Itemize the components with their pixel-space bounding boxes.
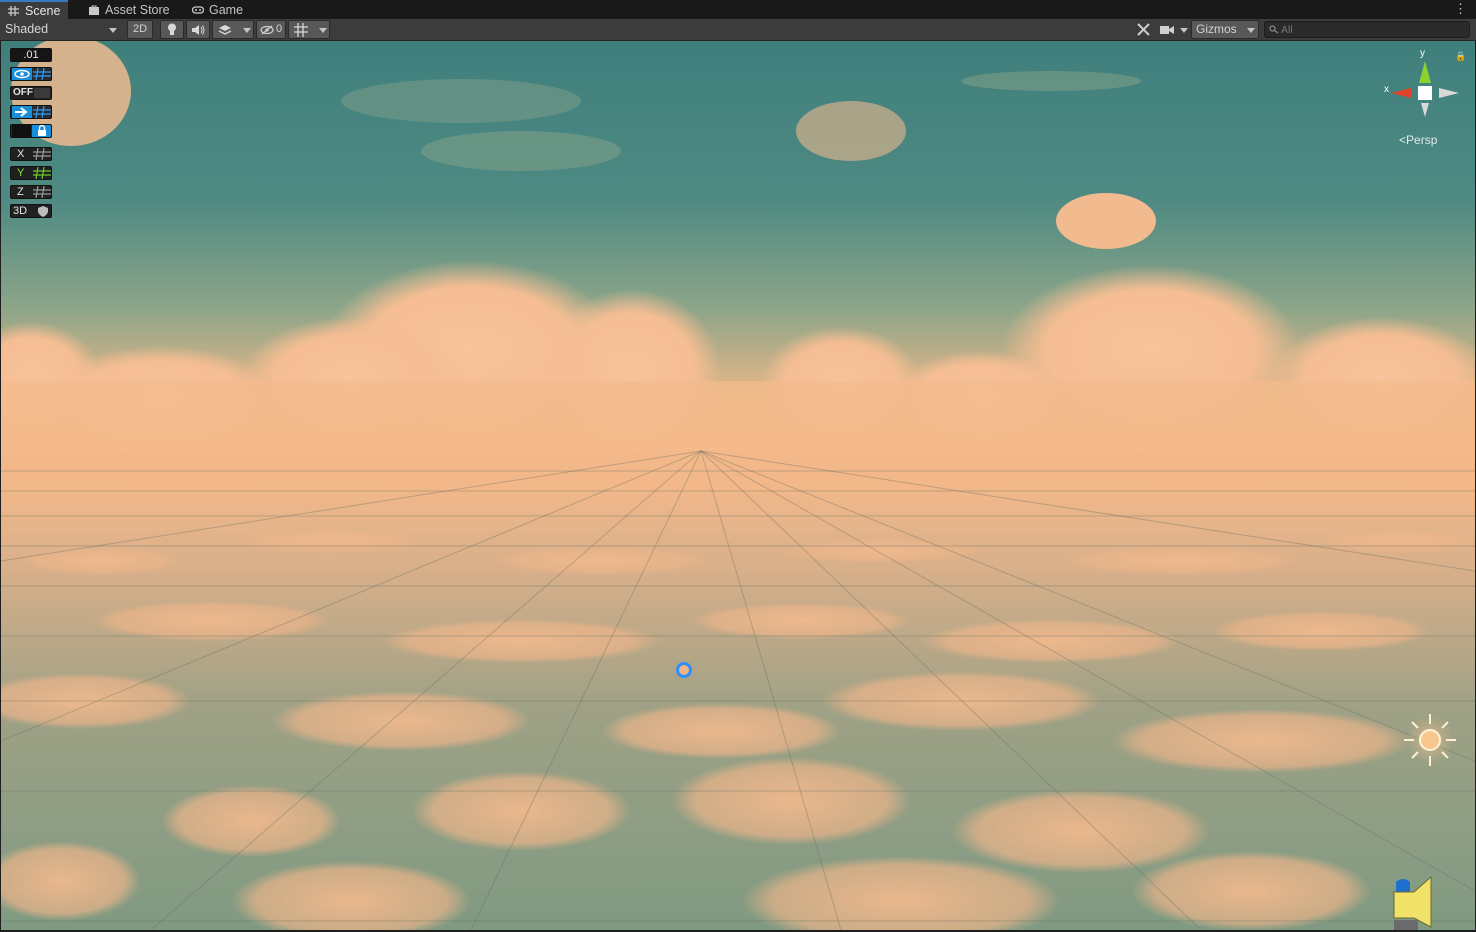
chevron-down-icon <box>319 28 327 33</box>
snap-toggle[interactable]: OFF <box>10 86 52 100</box>
grid-icon <box>33 186 51 198</box>
toggle-2d-button[interactable]: 2D <box>127 20 153 39</box>
axis-z-label: Z <box>17 186 24 198</box>
grid-visibility-toggle[interactable] <box>10 67 52 81</box>
chevron-down-icon <box>109 28 117 33</box>
bag-icon <box>89 5 99 15</box>
grid-icon <box>8 6 19 16</box>
grid-toggle-icon <box>294 23 308 37</box>
tools-button[interactable] <box>1133 20 1153 39</box>
shield-icon <box>38 206 48 217</box>
lock-snap-toggle[interactable] <box>10 124 52 138</box>
search-icon <box>1269 25 1279 34</box>
tools-icon <box>1136 23 1150 36</box>
orientation-gizmo[interactable]: y x 🔒 <Persp <box>1381 48 1471 159</box>
axis-y-snap-toggle[interactable]: Y <box>10 166 52 180</box>
camera-settings-button[interactable] <box>1157 20 1189 39</box>
gamepad-icon <box>192 6 204 14</box>
toggle-knob <box>12 125 31 137</box>
toggle-knob <box>34 88 50 98</box>
grid-icon <box>33 148 51 160</box>
axis-z-snap-toggle[interactable]: Z <box>10 185 52 199</box>
layers-icon <box>218 25 232 35</box>
hidden-count: 0 <box>276 23 283 35</box>
arrow-right-icon <box>12 106 32 118</box>
grid-icon <box>33 68 51 80</box>
eye-icon <box>12 68 32 80</box>
grid-dropdown-button[interactable] <box>288 20 330 39</box>
snap-mode-toggle[interactable]: 3D <box>10 204 52 218</box>
tab-scene[interactable]: Scene <box>0 0 69 19</box>
tab-game[interactable]: Game <box>184 0 251 19</box>
chevron-down-icon <box>1180 28 1188 33</box>
chevron-down-icon <box>243 28 251 33</box>
gizmo-y-label: y <box>1420 48 1425 59</box>
window-tab-bar: Scene Asset Store Game ⋮ <box>0 0 1476 19</box>
lightbulb-icon <box>168 23 176 35</box>
axis-x-snap-toggle[interactable]: X <box>10 147 52 161</box>
axis-y-label: Y <box>17 167 25 179</box>
sun-icon[interactable] <box>1400 710 1460 770</box>
gizmo-lock-icon[interactable]: 🔒 <box>1455 51 1466 62</box>
effects-dropdown-button[interactable] <box>212 20 254 39</box>
hidden-eye-icon <box>260 25 274 35</box>
scene-visibility-button[interactable]: 0 <box>256 20 286 39</box>
grid-icon <box>33 106 51 118</box>
shading-mode-value: Shaded <box>5 22 49 36</box>
axis-x-label: X <box>17 148 25 160</box>
gizmos-button[interactable]: Gizmos <box>1191 20 1259 39</box>
tab-asset-store-label: Asset Store <box>105 3 170 17</box>
snap-mode-label: 3D <box>13 205 28 217</box>
chevron-down-icon <box>1247 28 1255 33</box>
grid-icon <box>33 167 51 179</box>
move-snap-toggle[interactable] <box>10 105 52 119</box>
projection-toggle[interactable]: <Persp <box>1399 133 1437 147</box>
selected-object-marker[interactable] <box>676 662 692 678</box>
snap-increment-value: .01 <box>23 49 39 61</box>
tab-game-label: Game <box>209 3 244 17</box>
scene-search-field[interactable] <box>1264 21 1470 38</box>
shading-mode-dropdown[interactable]: Shaded <box>0 20 122 39</box>
search-input[interactable] <box>1281 22 1461 37</box>
tab-asset-store[interactable]: Asset Store <box>80 0 178 19</box>
gizmo-x-label: x <box>1384 84 1389 95</box>
lock-icon <box>32 125 51 137</box>
snap-toggle-state: OFF <box>13 87 33 98</box>
lighting-toggle-button[interactable] <box>160 20 184 39</box>
toggle-2d-label: 2D <box>132 23 148 35</box>
perspective-icon: < <box>1399 133 1407 147</box>
camera-icon <box>1160 26 1174 34</box>
tab-scene-label: Scene <box>25 4 61 18</box>
scene-toolbar: Shaded 2D 0 Gizmos <box>0 19 1476 41</box>
scene-render <box>1 41 1475 930</box>
scene-viewport[interactable]: .01 OFF X Y Z 3D y x 🔒 <Persp <box>1 41 1475 930</box>
projection-label: Persp <box>1406 133 1438 147</box>
snap-increment-field[interactable]: .01 <box>10 48 52 62</box>
audio-source-icon[interactable] <box>1391 876 1437 930</box>
speaker-icon <box>192 25 205 35</box>
gizmos-label: Gizmos <box>1196 22 1237 36</box>
more-options-icon[interactable]: ⋮ <box>1454 2 1467 16</box>
audio-toggle-button[interactable] <box>186 20 210 39</box>
